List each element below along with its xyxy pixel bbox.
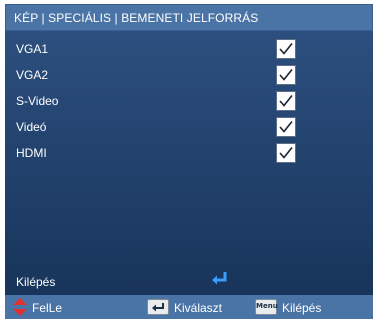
source-checkbox[interactable] (276, 143, 296, 163)
exit-menu-item[interactable]: Kilépés (16, 275, 55, 289)
menu-key-icon: Menu (255, 299, 278, 315)
menu-footer: FelLe Kiválaszt Menu Kilépés (5, 295, 373, 319)
checkmark-icon (279, 69, 293, 81)
menu-key-text: Menu (256, 302, 278, 310)
enter-arrow-icon (212, 272, 227, 285)
source-label: HDMI (16, 146, 47, 160)
menu-header: KÉP | SPECIÁLIS | BEMENETI JELFORRÁS (5, 4, 373, 31)
source-checkbox[interactable] (276, 91, 296, 111)
select-hint-label: Kiválaszt (174, 301, 223, 315)
source-row-vga1[interactable]: VGA1 (5, 36, 373, 62)
checkmark-icon (279, 43, 293, 55)
up-down-arrow-icon (13, 298, 27, 316)
source-row-vga2[interactable]: VGA2 (5, 62, 373, 88)
source-label: Videó (16, 120, 47, 134)
checkmark-icon (279, 95, 293, 107)
breadcrumb-title: KÉP | SPECIÁLIS | BEMENETI JELFORRÁS (14, 11, 259, 25)
source-checkbox[interactable] (276, 65, 296, 85)
source-row-video[interactable]: Videó (5, 114, 373, 140)
checkmark-icon (279, 121, 293, 133)
checkmark-icon (279, 147, 293, 159)
source-checkbox[interactable] (276, 39, 296, 59)
source-row-hdmi[interactable]: HDMI (5, 140, 373, 166)
source-label: VGA1 (16, 42, 49, 56)
source-row-s-video[interactable]: S-Video (5, 88, 373, 114)
input-source-panel: VGA1 VGA2 S-Video Videó HDMI Kilépés (5, 31, 373, 295)
enter-key-icon (147, 299, 169, 315)
source-label: S-Video (16, 94, 59, 108)
osd-menu: KÉP | SPECIÁLIS | BEMENETI JELFORRÁS VGA… (0, 0, 379, 321)
updown-hint-label: FelLe (32, 301, 63, 315)
source-label: VGA2 (16, 68, 49, 82)
source-checkbox[interactable] (276, 117, 296, 137)
exit-hint-label: Kilépés (282, 301, 322, 315)
